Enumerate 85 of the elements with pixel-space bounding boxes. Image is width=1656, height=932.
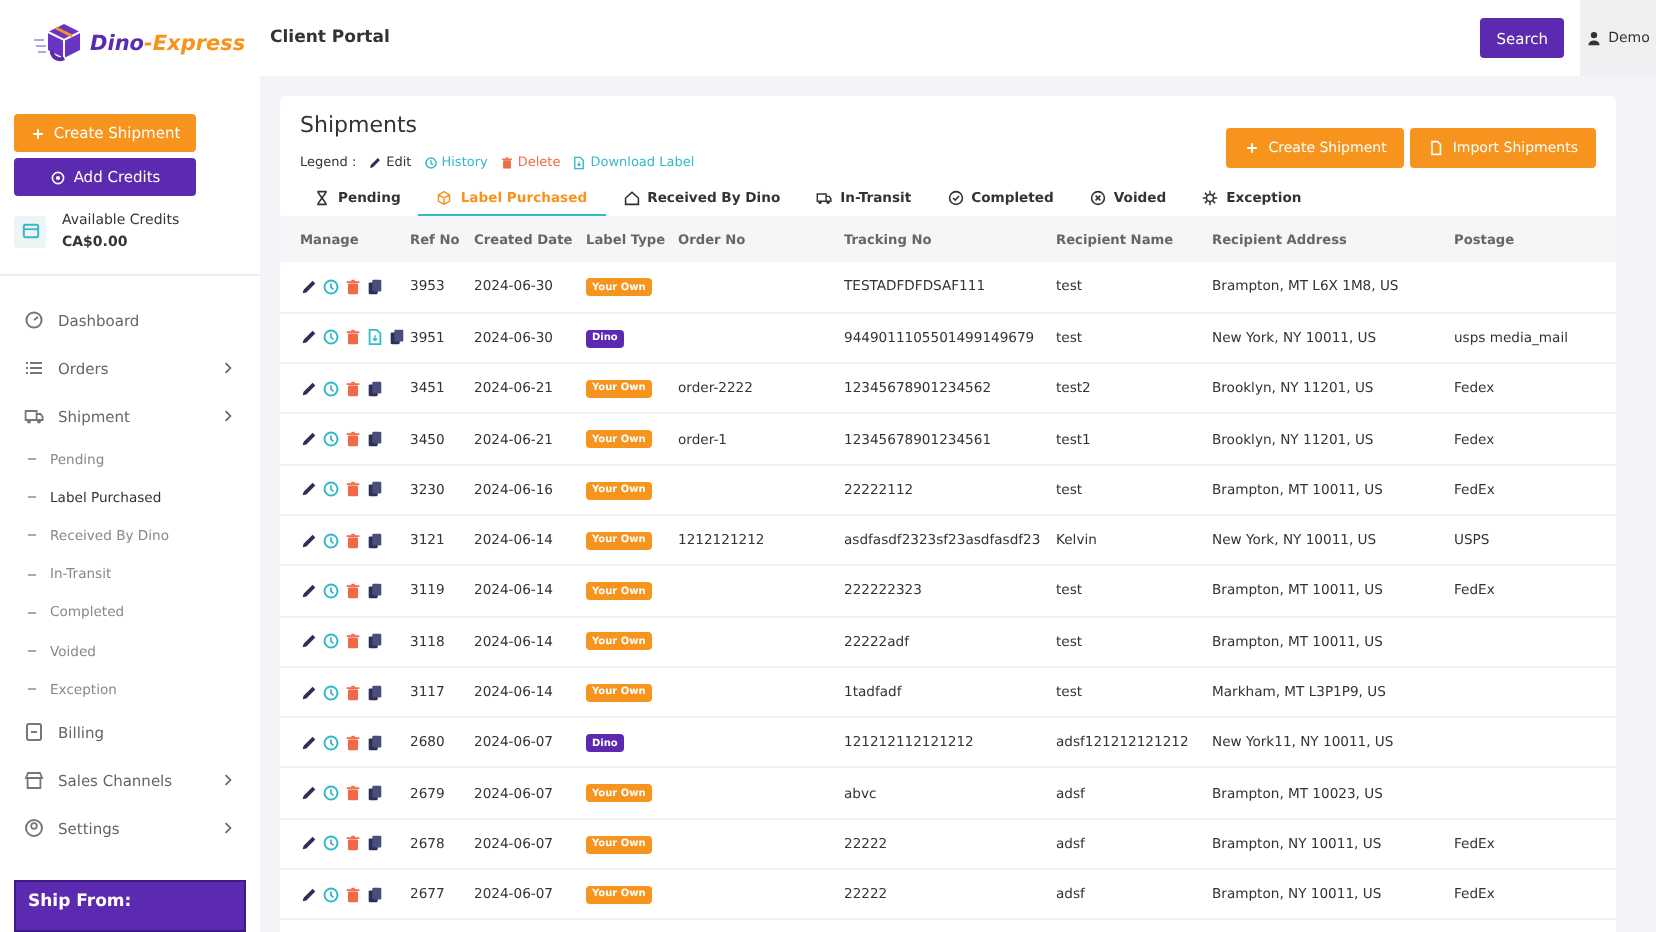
check-circle-icon — [947, 189, 964, 205]
chevron-icon — [220, 820, 236, 837]
copy-icon — [388, 328, 406, 347]
plus-icon — [1244, 140, 1261, 156]
store-icon — [24, 770, 44, 791]
copy-icon — [366, 784, 384, 803]
pencil-icon — [300, 480, 318, 499]
copy-icon — [366, 683, 384, 702]
pencil-icon — [300, 328, 318, 347]
trash-icon — [344, 328, 362, 347]
trash-icon — [344, 784, 362, 803]
history-icon — [322, 480, 340, 499]
ship-from-panel: Ship From: — [14, 880, 246, 932]
invoice-icon — [24, 722, 44, 743]
copy-icon — [366, 531, 384, 550]
pencil-icon — [300, 531, 318, 550]
pencil-icon — [368, 155, 383, 169]
cube-icon — [436, 189, 453, 205]
copy-icon — [366, 885, 384, 904]
copy-icon — [366, 581, 384, 600]
history-icon — [322, 784, 340, 803]
hourglass-icon — [314, 189, 330, 205]
page-title: Client Portal — [270, 28, 392, 48]
trash-icon — [344, 379, 362, 398]
plus-icon — [29, 125, 46, 141]
logo-text: Dino-Express — [90, 32, 246, 56]
card-title: Shipments — [300, 112, 419, 138]
document-icon — [572, 155, 587, 169]
history-icon — [322, 632, 340, 651]
gauge-icon — [24, 310, 44, 330]
trash-icon — [344, 834, 362, 853]
pencil-icon — [300, 784, 318, 803]
truck-icon — [816, 189, 833, 205]
history-icon — [322, 531, 340, 550]
trash-icon — [344, 733, 362, 752]
history-icon — [322, 379, 340, 398]
pencil-icon — [300, 885, 318, 904]
history-icon — [322, 430, 340, 449]
copy-icon — [366, 733, 384, 752]
house-icon — [623, 189, 640, 205]
trash-icon — [344, 885, 362, 904]
copy-icon — [366, 632, 384, 651]
gear-icon — [1202, 189, 1219, 205]
pencil-icon — [300, 632, 318, 651]
trash-icon — [344, 430, 362, 449]
history-icon — [322, 683, 340, 702]
trash-icon — [344, 531, 362, 550]
history-icon — [322, 328, 340, 347]
pencil-icon — [300, 581, 318, 600]
history-icon — [322, 733, 340, 752]
chevron-icon — [220, 360, 236, 376]
trash-icon — [344, 581, 362, 600]
user-circle-icon — [24, 818, 44, 839]
history-icon — [322, 581, 340, 600]
history-icon — [423, 155, 438, 169]
trash-icon — [499, 155, 514, 169]
history-icon — [322, 834, 340, 853]
pencil-icon — [300, 379, 318, 398]
trash-icon — [344, 480, 362, 499]
trash-icon — [344, 277, 362, 296]
copy-icon — [366, 480, 384, 499]
user-icon — [1586, 30, 1603, 46]
box-logo-icon — [32, 22, 84, 66]
document-icon — [366, 328, 384, 347]
list-icon — [24, 358, 44, 378]
coin-icon — [49, 169, 66, 185]
trash-icon — [344, 632, 362, 651]
copy-icon — [366, 379, 384, 398]
copy-icon — [366, 834, 384, 853]
pencil-icon — [300, 430, 318, 449]
history-icon — [322, 277, 340, 296]
card-icon — [14, 215, 46, 247]
trash-icon — [344, 683, 362, 702]
copy-icon — [366, 430, 384, 449]
pencil-icon — [300, 277, 318, 296]
history-icon — [322, 885, 340, 904]
pencil-icon — [300, 683, 318, 702]
x-circle-icon — [1089, 189, 1106, 205]
chevron-icon — [220, 772, 236, 789]
truck-icon — [24, 406, 44, 426]
file-icon — [1428, 140, 1445, 156]
chevron-icon — [220, 408, 236, 424]
copy-icon — [366, 277, 384, 296]
pencil-icon — [300, 733, 318, 752]
pencil-icon — [300, 834, 318, 853]
